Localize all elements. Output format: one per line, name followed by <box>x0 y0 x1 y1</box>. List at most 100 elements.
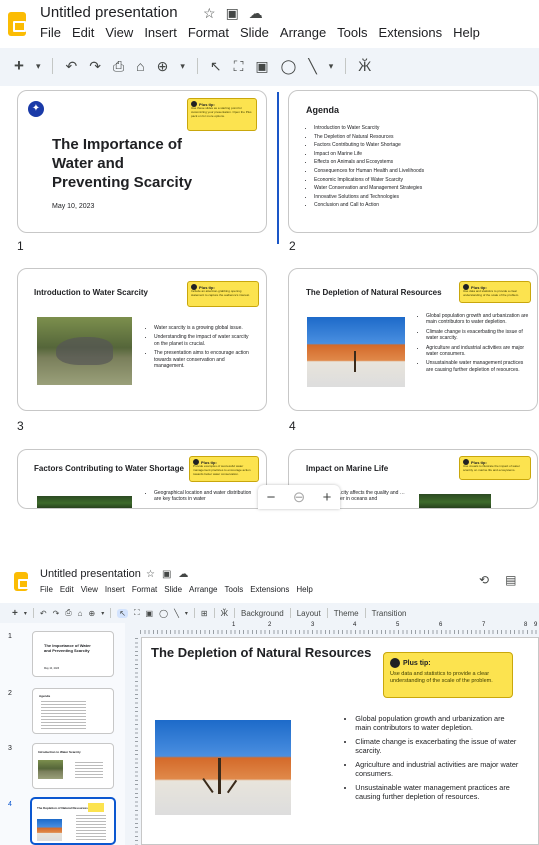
menu-slide[interactable]: Slide <box>164 585 182 594</box>
cloud-status-icon[interactable]: ☁ <box>178 569 188 580</box>
forest-photo[interactable] <box>37 496 132 508</box>
redo-icon[interactable]: ↷ <box>53 609 60 618</box>
bullet-item: Unsustainable water management practices… <box>426 360 529 373</box>
plus-tip-box: Plus tip: Provide examples of successful… <box>189 456 259 482</box>
menu-extensions[interactable]: Extensions <box>379 25 443 40</box>
bullet-item: The presentation aims to encourage actio… <box>154 350 254 369</box>
comment-add-icon[interactable]: ⊞ <box>201 609 208 618</box>
slide-number: 1 <box>17 239 24 253</box>
menu-tools[interactable]: Tools <box>225 585 244 594</box>
comments-icon[interactable]: ▤ <box>505 573 516 587</box>
slides-logo[interactable] <box>8 12 26 36</box>
line-icon[interactable]: ╲ <box>308 58 316 75</box>
filmstrip-thumb-1[interactable]: The Importance of Water and Preventing S… <box>32 631 114 677</box>
slide-title[interactable]: The Depletion of Natural Resources <box>151 645 371 660</box>
image-icon[interactable]: ▣ <box>255 58 268 75</box>
filmstrip-thumb-4-selected[interactable]: The Depletion of Natural Resources <box>30 797 116 845</box>
filmstrip-thumb-3[interactable]: Introduction to Water Scarcity <box>32 743 114 789</box>
undo-icon[interactable]: ↶ <box>65 58 77 75</box>
menu-format[interactable]: Format <box>188 25 229 40</box>
desert-tree-photo[interactable] <box>307 317 405 387</box>
document-title[interactable]: Untitled presentation <box>40 568 141 580</box>
menu-help[interactable]: Help <box>296 585 312 594</box>
main-slide-canvas[interactable]: The Depletion of Natural Resources Plus … <box>141 637 539 845</box>
agenda-item: Economic Implications of Water Scarcity <box>314 176 424 185</box>
format-options-icon[interactable]: Ӂ <box>221 609 228 618</box>
menu-arrange[interactable]: Arrange <box>189 585 217 594</box>
menu-extensions[interactable]: Extensions <box>250 585 289 594</box>
menu-insert[interactable]: Insert <box>105 585 125 594</box>
menu-format[interactable]: Format <box>132 585 157 594</box>
redo-icon[interactable]: ↷ <box>89 58 101 75</box>
textbox-icon[interactable]: ⛶ <box>234 58 244 75</box>
menu-edit[interactable]: Edit <box>60 585 74 594</box>
menu-view[interactable]: View <box>81 585 98 594</box>
textbox-icon[interactable]: ⛶ <box>134 608 140 618</box>
compass-logo-icon: ✦ <box>28 101 44 117</box>
theme-button[interactable]: Theme <box>334 609 359 618</box>
grid-slide-1[interactable]: ✦ Plus tip: Use these slides as a starti… <box>17 90 267 233</box>
menu-help[interactable]: Help <box>453 25 480 40</box>
grid-slide-2[interactable]: Agenda Introduction to Water Scarcity Th… <box>288 90 538 233</box>
filmstrip-thumb-2[interactable]: Agenda <box>32 688 114 734</box>
transition-button[interactable]: Transition <box>372 609 407 618</box>
line-dropdown-icon[interactable]: ▾ <box>185 610 188 617</box>
background-button[interactable]: Background <box>241 609 284 618</box>
menu-view[interactable]: View <box>105 25 133 40</box>
zoom-in-button[interactable]: + <box>323 489 332 506</box>
plus-tip-box: Plus tip: Use data and statistics to pro… <box>459 281 531 303</box>
star-icon[interactable]: ☆ <box>203 5 216 22</box>
star-icon[interactable]: ☆ <box>146 569 155 580</box>
document-title[interactable]: Untitled presentation <box>40 4 178 21</box>
plus-tip-box[interactable]: Plus tip: Use data and statistics to pro… <box>383 652 513 698</box>
grid-slide-5[interactable]: Factors Contributing to Water Shortage P… <box>17 449 267 509</box>
zoom-reset-icon[interactable]: ⊖ <box>293 488 306 506</box>
menu-file[interactable]: File <box>40 25 61 40</box>
slides-logo[interactable] <box>14 572 29 591</box>
paint-format-icon[interactable]: ⌂ <box>78 609 83 618</box>
cloud-status-icon[interactable]: ☁ <box>249 5 263 22</box>
line-icon[interactable]: ╲ <box>174 609 179 618</box>
shape-icon[interactable]: ◯ <box>281 58 297 75</box>
move-folder-icon[interactable]: ▣ <box>162 569 171 580</box>
new-slide-icon[interactable]: + <box>12 608 18 619</box>
menu-slide[interactable]: Slide <box>240 25 269 40</box>
select-icon[interactable]: ↖ <box>210 58 222 75</box>
zoom-dropdown-icon[interactable]: ▾ <box>101 610 104 617</box>
desert-tree-photo[interactable] <box>155 720 291 815</box>
move-folder-icon[interactable]: ▣ <box>226 5 239 22</box>
menu-tools[interactable]: Tools <box>337 25 367 40</box>
bullet-item: Agriculture and industrial activities ar… <box>426 345 529 358</box>
menu-file[interactable]: File <box>40 585 53 594</box>
zoom-icon[interactable]: ⊕ <box>157 58 169 75</box>
elephant-photo[interactable] <box>37 317 132 385</box>
format-options-icon[interactable]: Ӂ <box>358 58 371 74</box>
layout-button[interactable]: Layout <box>297 609 321 618</box>
forest-photo[interactable] <box>419 494 491 508</box>
print-icon[interactable]: ⎙ <box>65 608 71 618</box>
image-icon[interactable]: ▣ <box>146 609 154 618</box>
agenda-item: Conclusion and Call to Action <box>314 201 424 210</box>
bullet-item: Global population growth and urbanizatio… <box>426 313 529 326</box>
bullet-list[interactable]: Global population growth and urbanizatio… <box>348 714 520 801</box>
new-slide-dropdown-icon[interactable]: ▾ <box>24 610 27 617</box>
zoom-dropdown-icon[interactable]: ▾ <box>180 61 185 72</box>
grid-slide-3[interactable]: Introduction to Water Scarcity Plus tip:… <box>17 268 267 411</box>
new-slide-dropdown-icon[interactable]: ▾ <box>36 61 41 72</box>
plus-tip-box: Plus tip: Use visuals to illustrate the … <box>459 456 531 480</box>
print-icon[interactable]: ⎙ <box>113 58 124 75</box>
zoom-icon[interactable]: ⊕ <box>89 609 96 618</box>
line-dropdown-icon[interactable]: ▾ <box>329 61 334 72</box>
zoom-out-button[interactable]: − <box>267 489 276 506</box>
grid-slide-4[interactable]: The Depletion of Natural Resources Plus … <box>288 268 538 411</box>
slide-title: The Importance of Water and Preventing S… <box>52 136 193 191</box>
menu-arrange[interactable]: Arrange <box>280 25 326 40</box>
paint-format-icon[interactable]: ⌂ <box>136 58 144 74</box>
new-slide-icon[interactable]: + <box>14 56 24 76</box>
undo-icon[interactable]: ↶ <box>40 609 47 618</box>
shape-icon[interactable]: ◯ <box>159 609 168 618</box>
select-icon[interactable]: ↖ <box>117 608 128 618</box>
history-icon[interactable]: ⟲ <box>479 573 489 587</box>
menu-edit[interactable]: Edit <box>72 25 94 40</box>
menu-insert[interactable]: Insert <box>144 25 177 40</box>
